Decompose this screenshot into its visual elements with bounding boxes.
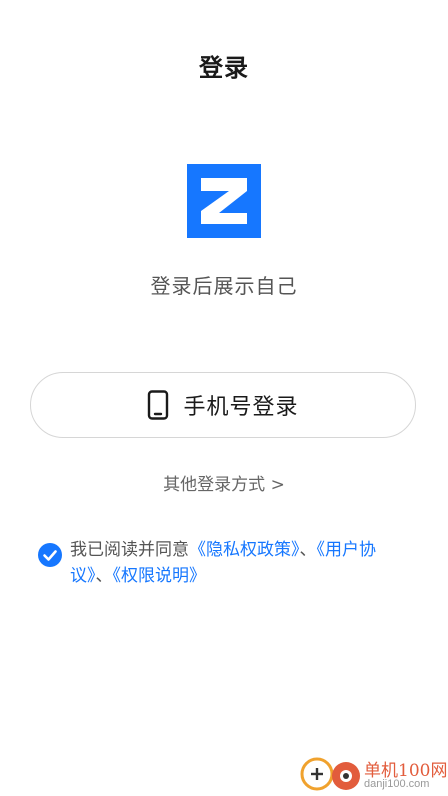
agreement-separator: 、 xyxy=(95,566,113,586)
site-watermark: 单机100网 danji100.com xyxy=(300,752,448,796)
watermark-site-url: danji100.com xyxy=(364,778,430,790)
phone-login-label: 手机号登录 xyxy=(183,395,299,420)
agreement-prefix: 我已阅读并同意 xyxy=(70,540,189,560)
login-tagline: 登录后展示自己 xyxy=(150,274,298,298)
permission-description-link[interactable]: 《权限说明》 xyxy=(113,566,207,586)
agreement-checkbox-checked-icon[interactable] xyxy=(38,543,62,567)
privacy-policy-link[interactable]: 《隐私权政策》 xyxy=(189,540,300,560)
agreement-text: 我已阅读并同意《隐私权政策》、《用户协议》、《权限说明》 xyxy=(70,537,410,589)
other-login-methods-link[interactable]: 其他登录方式 > xyxy=(0,470,448,495)
phone-login-button[interactable]: 手机号登录 xyxy=(30,372,416,438)
login-page: 登录 登录后展示自己 手机号登录 其他登录方式 > 我已阅读并同意《隐私权政策》… xyxy=(0,0,448,796)
z-logo-icon xyxy=(187,164,261,238)
phone-icon xyxy=(147,390,169,420)
watermark-logo-icon xyxy=(300,752,362,796)
page-title: 登录 xyxy=(199,54,249,82)
agreement-row: 我已阅读并同意《隐私权政策》、《用户协议》、《权限说明》 xyxy=(38,537,410,589)
agreement-separator: 、 xyxy=(299,540,317,560)
